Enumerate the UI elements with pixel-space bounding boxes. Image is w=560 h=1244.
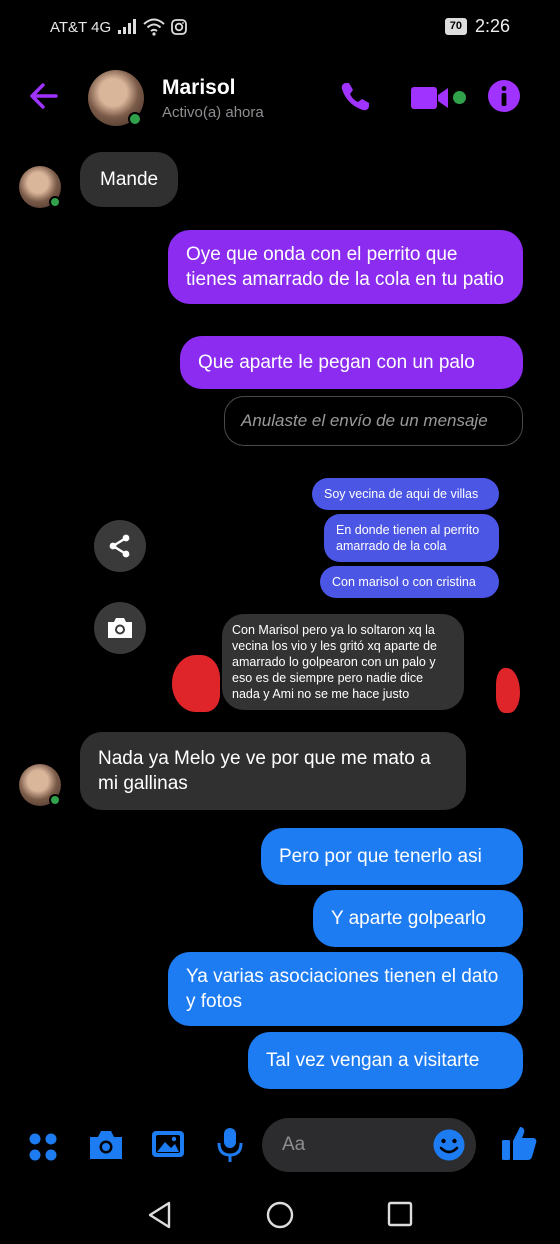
instagram-icon bbox=[171, 19, 188, 35]
carrier-label: AT&T 4G bbox=[50, 18, 112, 36]
status-left: AT&T 4G bbox=[50, 18, 188, 36]
unsent-message-notice: Anulaste el envío de un mensaje bbox=[224, 396, 523, 446]
clock: 2:26 bbox=[474, 16, 510, 36]
camera-button[interactable] bbox=[94, 602, 146, 654]
home-circle-icon[interactable] bbox=[265, 1200, 295, 1230]
emoji-icon[interactable] bbox=[432, 1128, 466, 1162]
status-bar: AT&T 4G 70 2:26 bbox=[0, 0, 560, 56]
message-received-small[interactable]: Con Marisol pero ya lo soltaron xq la ve… bbox=[222, 614, 464, 710]
phone-icon[interactable] bbox=[338, 80, 372, 114]
red-censor-mark bbox=[172, 655, 220, 712]
camera-icon bbox=[108, 618, 132, 638]
image-icon[interactable] bbox=[150, 1128, 186, 1160]
message-received[interactable]: Nada ya Melo ye ve por que me mato a mi … bbox=[80, 732, 466, 810]
message-sent[interactable]: Oye que onda con el perrito que tienes a… bbox=[168, 230, 523, 304]
message-received[interactable]: Mande bbox=[80, 152, 179, 207]
video-online-dot bbox=[453, 91, 466, 104]
message-sent[interactable]: Pero por que tenerlo asi bbox=[261, 828, 523, 885]
message-sent-small[interactable]: Soy vecina de aqui de villas bbox=[312, 478, 499, 510]
video-camera-icon[interactable] bbox=[410, 84, 450, 112]
online-indicator bbox=[49, 196, 61, 208]
signal-icon bbox=[118, 19, 137, 34]
message-sent-small[interactable]: Con marisol o con cristina bbox=[320, 566, 499, 598]
online-indicator bbox=[128, 112, 142, 126]
share-button[interactable] bbox=[94, 520, 146, 572]
back-triangle-icon[interactable] bbox=[146, 1200, 174, 1230]
message-input-placeholder: Aa bbox=[282, 1134, 306, 1155]
chat-header: Marisol Activo(a) ahora bbox=[0, 62, 560, 134]
message-sent[interactable]: Tal vez vengan a visitarte bbox=[248, 1032, 523, 1089]
message-sent[interactable]: Que aparte le pegan con un palo bbox=[180, 336, 523, 389]
thumbs-up-icon[interactable] bbox=[500, 1124, 538, 1162]
message-input[interactable]: Aa bbox=[262, 1118, 476, 1172]
status-right: 70 2:26 bbox=[444, 16, 510, 37]
contact-status: Activo(a) ahora bbox=[162, 104, 264, 121]
battery-icon: 70 bbox=[444, 18, 467, 35]
info-icon[interactable] bbox=[486, 78, 522, 114]
arrow-left-icon[interactable] bbox=[26, 78, 62, 114]
online-indicator bbox=[49, 794, 61, 806]
system-navigation-bar bbox=[0, 1184, 560, 1244]
camera-icon[interactable] bbox=[88, 1128, 124, 1162]
message-composer: Aa bbox=[0, 1112, 560, 1182]
message-sent[interactable]: Y aparte golpearlo bbox=[313, 890, 523, 947]
recents-square-icon[interactable] bbox=[386, 1200, 414, 1228]
message-sent[interactable]: Ya varias asociaciones tienen el dato y … bbox=[168, 952, 523, 1026]
message-sent-small[interactable]: En donde tienen al perrito amarrado de l… bbox=[324, 514, 499, 562]
wifi-icon bbox=[143, 18, 165, 36]
contact-name[interactable]: Marisol bbox=[162, 76, 236, 100]
microphone-icon[interactable] bbox=[216, 1126, 244, 1164]
share-icon bbox=[109, 534, 130, 558]
grid-icon[interactable] bbox=[28, 1132, 58, 1162]
red-censor-mark bbox=[496, 668, 520, 713]
